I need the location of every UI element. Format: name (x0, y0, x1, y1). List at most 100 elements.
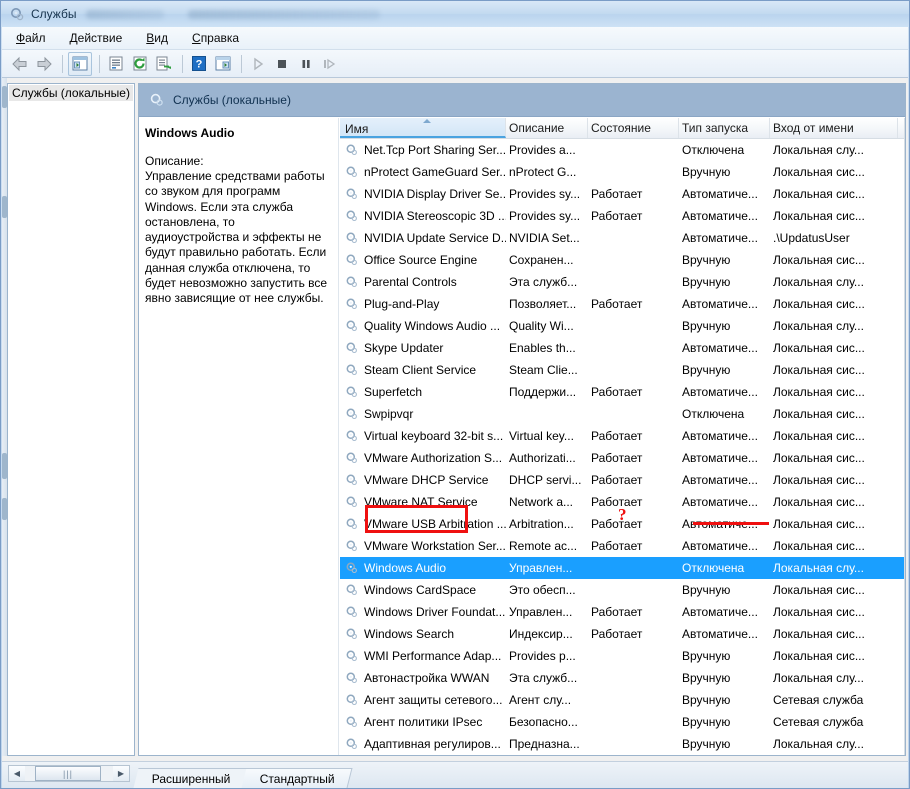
cell-description: Позволяет... (506, 297, 588, 311)
menu-action[interactable]: Действие (70, 31, 123, 45)
cell-startup-type: Вручную (679, 715, 770, 729)
cell-logon-as: Локальная сис... (770, 363, 898, 377)
table-row-selected[interactable]: Windows AudioУправлен...ОтключенаЛокальн… (340, 557, 905, 579)
table-row[interactable]: Агент защиты сетевого...Агент слу...Вруч… (340, 689, 905, 711)
table-row[interactable]: Office Source EngineСохранен...ВручнуюЛо… (340, 249, 905, 271)
list-right-edge (904, 118, 905, 756)
cell-startup-type: Автоматиче... (679, 495, 770, 509)
cell-name: VMware DHCP Service (340, 473, 506, 487)
cell-name: Superfetch (340, 385, 506, 399)
table-row[interactable]: VMware DHCP ServiceDHCP servi...Работает… (340, 469, 905, 491)
cell-name: Агент политики IPsec (340, 715, 506, 729)
table-row[interactable]: SwpipvqrОтключенаЛокальная сис... (340, 403, 905, 425)
cell-description: Authorizati... (506, 451, 588, 465)
table-row[interactable]: Parental ControlsЭта служб...ВручнуюЛока… (340, 271, 905, 293)
cell-description: Предназна... (506, 737, 588, 751)
service-gear-icon (345, 715, 359, 729)
cell-state: Работает (588, 297, 679, 311)
table-row[interactable]: Quality Windows Audio ...Quality Wi...Вр… (340, 315, 905, 337)
export-list-icon[interactable] (153, 53, 175, 75)
cell-description: Безопасно... (506, 715, 588, 729)
cell-startup-type: Автоматиче... (679, 605, 770, 619)
service-gear-icon (345, 737, 359, 751)
cell-description: Provides p... (506, 649, 588, 663)
table-row[interactable]: VMware Authorization S...Authorizati...Р… (340, 447, 905, 469)
scroll-right-icon[interactable]: ▶ (113, 766, 129, 781)
table-row[interactable]: Windows SearchИндексир...РаботаетАвтомат… (340, 623, 905, 645)
cell-logon-as: Локальная сис... (770, 583, 898, 597)
table-row[interactable]: Virtual keyboard 32-bit s...Virtual key.… (340, 425, 905, 447)
menu-help[interactable]: Справка (192, 31, 239, 45)
column-header-description[interactable]: Описание (506, 118, 588, 138)
table-row[interactable]: Адаптивная регулиров...Предназна...Вручн… (340, 733, 905, 755)
show-hide-tree-icon[interactable] (68, 52, 92, 76)
cell-logon-as: Локальная сис... (770, 451, 898, 465)
window-title: Службы (31, 7, 76, 21)
list-header-row: Имя Описание Состояние Тип запуска Вход … (340, 118, 905, 139)
properties-icon[interactable] (105, 53, 127, 75)
tree-item-services-local[interactable]: Службы (локальные) (9, 85, 133, 101)
cell-logon-as: Сетевая служба (770, 715, 898, 729)
cell-logon-as: Локальная слу... (770, 275, 898, 289)
help-icon[interactable]: ? (188, 53, 210, 75)
services-gear-icon (9, 6, 25, 22)
cell-description: Virtual key... (506, 429, 588, 443)
cell-name: Parental Controls (340, 275, 506, 289)
table-row[interactable]: Net.Tcp Port Sharing Ser...Provides a...… (340, 139, 905, 161)
table-row[interactable]: Автонастройка WWANЭта служб...ВручнуюЛок… (340, 667, 905, 689)
column-header-startup-type[interactable]: Тип запуска (679, 118, 770, 138)
table-row[interactable]: Plug-and-PlayПозволяет...РаботаетАвтомат… (340, 293, 905, 315)
cell-description: Управлен... (506, 605, 588, 619)
table-row[interactable]: NVIDIA Update Service D...NVIDIA Set...А… (340, 227, 905, 249)
show-action-pane-icon[interactable] (212, 53, 234, 75)
tab-extended[interactable]: Расширенный (134, 768, 249, 788)
service-gear-icon (345, 605, 359, 619)
table-row[interactable]: nProtect GameGuard Ser...nProtect G...Вр… (340, 161, 905, 183)
cell-startup-type: Отключена (679, 561, 770, 575)
services-window: Службы Файл Действие Вид Справка (0, 0, 910, 789)
cell-logon-as: Сетевая служба (770, 693, 898, 707)
cell-startup-type: Автоматиче... (679, 473, 770, 487)
column-header-state[interactable]: Состояние (588, 118, 679, 138)
service-gear-icon (345, 473, 359, 487)
column-header-name[interactable]: Имя (340, 118, 506, 138)
scroll-left-icon[interactable]: ◀ (9, 766, 25, 781)
cell-description: Provides a... (506, 143, 588, 157)
cell-logon-as: Локальная сис... (770, 539, 898, 553)
table-row[interactable]: Windows Driver Foundat...Управлен...Рабо… (340, 601, 905, 623)
cell-state: Работает (588, 187, 679, 201)
column-header-logon-as[interactable]: Вход от имени (770, 118, 898, 138)
tab-standard[interactable]: Стандартный (241, 768, 352, 788)
forward-icon[interactable] (33, 53, 55, 75)
scroll-thumb[interactable]: ||| (35, 766, 101, 781)
cell-name: Skype Updater (340, 341, 506, 355)
menu-file[interactable]: Файл (16, 31, 46, 45)
table-row[interactable]: NVIDIA Display Driver Se...Provides sy..… (340, 183, 905, 205)
table-row[interactable]: NVIDIA Stereoscopic 3D ...Provides sy...… (340, 205, 905, 227)
cell-state: Работает (588, 473, 679, 487)
back-icon[interactable] (9, 53, 31, 75)
description-text: Управление средствами работы со звуком д… (145, 169, 332, 307)
table-row[interactable]: Windows CardSpaceЭто обесп...ВручнуюЛока… (340, 579, 905, 601)
menu-view[interactable]: Вид (146, 31, 168, 45)
view-tabs: Расширенный Стандартный (136, 766, 347, 788)
stop-service-icon[interactable] (271, 53, 293, 75)
scroll-track[interactable]: ||| (25, 766, 113, 781)
service-gear-icon (345, 429, 359, 443)
table-row[interactable]: WMI Performance Adap...Provides p...Вруч… (340, 645, 905, 667)
service-gear-icon (345, 671, 359, 685)
table-row[interactable]: Skype UpdaterEnables th...Автоматиче...Л… (340, 337, 905, 359)
cell-name: VMware NAT Service (340, 495, 506, 509)
table-row[interactable]: Агент политики IPsecБезопасно... ВручнуюС… (340, 711, 905, 733)
selected-service-name: Windows Audio (145, 126, 332, 140)
table-row[interactable]: SuperfetchПоддержи...РаботаетАвтоматиче.… (340, 381, 905, 403)
cell-description: Enables th... (506, 341, 588, 355)
service-gear-icon (345, 143, 359, 157)
horizontal-scrollbar[interactable]: ◀ ||| ▶ (8, 765, 130, 782)
content-area: Службы (локальные) Службы (локальные) Wi… (2, 78, 908, 761)
cell-startup-type: Вручную (679, 671, 770, 685)
refresh-icon[interactable] (129, 53, 151, 75)
table-row[interactable]: VMware Workstation Ser...Remote ac...Раб… (340, 535, 905, 557)
table-row[interactable]: Steam Client ServiceSteam Clie...Вручную… (340, 359, 905, 381)
pause-service-icon[interactable] (295, 53, 317, 75)
